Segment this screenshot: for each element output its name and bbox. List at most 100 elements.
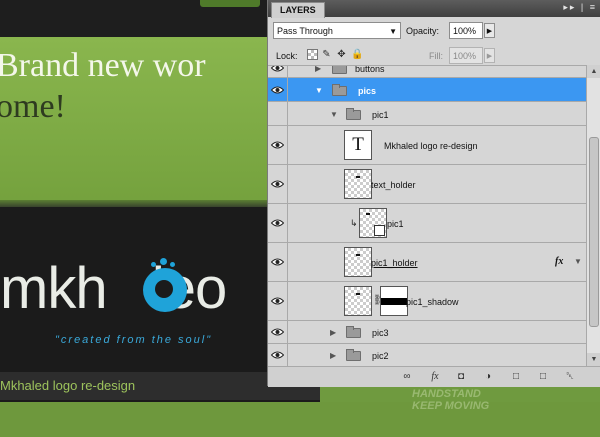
clipping-mask-arrow-icon: ↳ — [350, 218, 358, 228]
layer-row[interactable]: pic1_holder fx ▼ — [268, 243, 586, 282]
brand-stamp-line2: KEEP MOVING — [412, 400, 490, 412]
scroll-up-arrow-icon[interactable]: ▲ — [587, 65, 600, 78]
mask-content — [381, 298, 407, 305]
opacity-label: Opacity: — [406, 26, 440, 36]
portfolio-caption: Mkhaled logo re-design — [0, 378, 136, 393]
layer-name: pic1 — [372, 110, 389, 120]
adjustment-layer-icon[interactable]: ◑ — [481, 370, 495, 383]
layer-effects-fx-icon[interactable]: fx — [555, 256, 563, 267]
layers-scrollbar[interactable]: ▲ ▼ — [586, 65, 600, 366]
logo-droplet-icon — [170, 262, 175, 267]
visibility-eye-icon[interactable] — [268, 282, 288, 320]
add-mask-icon[interactable]: ◘ — [454, 370, 468, 383]
site-footer-band — [0, 402, 600, 437]
layer-name: pics — [358, 86, 377, 96]
fill-label: Fill: — [429, 51, 443, 61]
folder-icon — [332, 84, 347, 96]
layer-row[interactable]: T Mkhaled logo re-design — [268, 126, 586, 165]
visibility-eye-icon[interactable] — [268, 344, 288, 366]
opacity-slider-button[interactable]: ▶ — [484, 23, 495, 38]
layer-mask-thumbnail[interactable] — [380, 286, 408, 316]
thumbnail-content — [356, 293, 360, 295]
layer-name: pic1_holder — [371, 258, 418, 268]
visibility-eye-icon[interactable] — [268, 321, 288, 343]
layers-bottom-toolbar: ∞ fx ◘ ◑ □ □ ␡ — [268, 366, 600, 387]
folder-icon — [346, 326, 361, 338]
lock-pixels-brush-icon[interactable]: ✎ — [321, 49, 332, 60]
fx-icon[interactable]: fx — [428, 370, 442, 383]
layer-name: text_holder — [371, 180, 416, 190]
chevron-down-icon: ▼ — [389, 27, 397, 36]
folder-icon — [332, 66, 347, 74]
smart-object-badge-icon — [374, 225, 385, 236]
layers-panel: LAYERS ▸▸ | ≡ Pass Through ▼ Opacity: 10… — [267, 0, 600, 387]
layer-row[interactable]: ↳ pic1 — [268, 204, 586, 243]
lock-label: Lock: — [276, 51, 298, 61]
visibility-eye-icon[interactable] — [268, 126, 288, 164]
layer-row[interactable]: ▶ pic2 — [268, 344, 586, 367]
blend-mode-value: Pass Through — [277, 26, 333, 36]
panel-menu-icon[interactable]: ▸▸ | ≡ — [563, 2, 597, 13]
layers-tab[interactable]: LAYERS — [271, 2, 325, 18]
logo-wordmark: mkh leo — [0, 256, 227, 321]
expand-arrow-icon[interactable]: ▶ — [315, 66, 321, 73]
logo-droplet-icon — [151, 262, 156, 267]
layer-name: pic1_shadow — [406, 297, 459, 307]
visibility-eye-empty[interactable] — [268, 102, 288, 125]
link-layers-icon[interactable]: ∞ — [400, 370, 414, 383]
layer-name: Mkhaled logo re-design — [384, 141, 478, 151]
expand-arrow-icon[interactable]: ▶ — [330, 351, 336, 360]
thumbnail-content — [356, 254, 360, 256]
delete-layer-icon[interactable]: ␡ — [563, 370, 577, 383]
logo-swirl-icon — [143, 268, 187, 312]
layer-row[interactable]: text_holder — [268, 165, 586, 204]
folder-icon — [346, 108, 361, 120]
brand-stamp: HANDSTAND KEEP MOVING — [412, 388, 489, 412]
lock-all-icon[interactable]: 🔒 — [351, 49, 363, 60]
hero-subheadline: ome! — [0, 88, 66, 125]
expand-arrow-icon[interactable]: ▶ — [330, 328, 336, 337]
text-layer-icon: T — [344, 130, 372, 160]
opacity-input[interactable]: 100% — [449, 22, 483, 39]
layer-name: pic1 — [387, 219, 404, 229]
layer-thumbnail — [344, 286, 372, 316]
visibility-eye-icon[interactable] — [268, 66, 288, 77]
collapse-arrow-icon[interactable]: ▼ — [315, 86, 323, 95]
new-group-icon[interactable]: □ — [509, 370, 523, 383]
layer-row[interactable]: ⛓ pic1_shadow — [268, 282, 586, 321]
logo-droplet-icon — [160, 258, 167, 265]
collapse-arrow-icon[interactable]: ▼ — [330, 110, 338, 119]
new-layer-icon[interactable]: □ — [536, 370, 550, 383]
layer-row[interactable]: ▼ pic1 — [268, 102, 586, 126]
thumbnail-content — [356, 176, 360, 178]
brand-stamp-line1: HANDSTAND — [412, 388, 481, 400]
folder-icon — [346, 349, 361, 361]
layer-name: pic2 — [372, 351, 389, 361]
visibility-eye-icon[interactable] — [268, 78, 288, 101]
layer-thumbnail — [344, 169, 372, 199]
layer-row-selected[interactable]: ▼ pics — [268, 78, 586, 102]
lock-options-row: Lock: ✎ ✥ 🔒 Fill: 100% ▶ — [268, 45, 600, 67]
visibility-eye-icon[interactable] — [268, 243, 288, 281]
thumbnail-content — [366, 213, 370, 215]
lock-transparency-icon[interactable] — [307, 49, 318, 60]
panel-titlebar: LAYERS ▸▸ | ≡ — [268, 0, 600, 18]
effects-expand-arrow-icon[interactable]: ▼ — [574, 257, 582, 266]
layer-name: pic3 — [372, 328, 389, 338]
visibility-eye-icon[interactable] — [268, 165, 288, 203]
blend-options-row: Pass Through ▼ Opacity: 100% ▶ — [268, 20, 600, 42]
logo-tagline: "created from the soul" — [55, 334, 213, 346]
layer-thumbnail — [344, 247, 372, 277]
layer-name: buttons — [355, 65, 385, 74]
layer-row[interactable]: ▶ pic3 — [268, 321, 586, 344]
visibility-eye-icon[interactable] — [268, 204, 288, 242]
lock-position-move-icon[interactable]: ✥ — [336, 49, 347, 60]
layers-list: ▶ buttons ▼ pics ▼ pic1 T Mkhaled logo r… — [268, 65, 586, 367]
fill-slider-button[interactable]: ▶ — [484, 48, 495, 63]
scrollbar-thumb[interactable] — [589, 137, 599, 327]
blend-mode-select[interactable]: Pass Through ▼ — [273, 22, 401, 39]
smart-object-thumbnail — [359, 208, 387, 238]
layer-row[interactable]: ▶ buttons — [268, 65, 586, 78]
scroll-down-arrow-icon[interactable]: ▼ — [587, 353, 600, 366]
fill-input[interactable]: 100% — [449, 47, 483, 64]
